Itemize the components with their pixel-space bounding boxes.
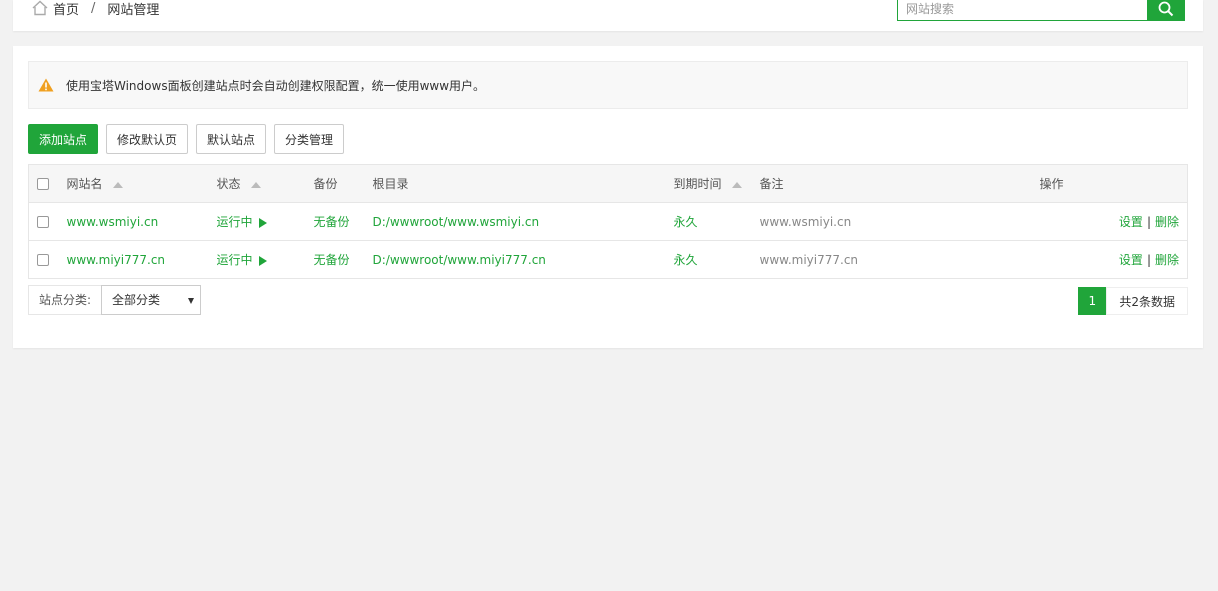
settings-link[interactable]: 设置	[1119, 253, 1143, 267]
column-header-name[interactable]: 网站名	[66, 164, 217, 203]
current-page-button[interactable]: 1	[1078, 287, 1107, 315]
row-actions: 设置 | 删除	[1039, 240, 1188, 279]
table-header-row: 网站名 状态 备份 根目录 到期时间 备注 操作	[28, 164, 1188, 203]
select-all-checkbox[interactable]	[37, 178, 49, 190]
category-select[interactable]: 全部分类	[101, 285, 202, 315]
column-header-backup: 备份	[313, 164, 373, 203]
pagination: 1 共2条数据	[1078, 287, 1188, 315]
top-bar: 首页 / 网站管理	[13, 0, 1203, 31]
play-icon[interactable]	[258, 255, 267, 266]
action-divider: |	[1146, 253, 1151, 267]
category-label: 站点分类:	[28, 285, 103, 315]
home-icon[interactable]	[31, 0, 49, 17]
row-actions: 设置 | 删除	[1039, 202, 1188, 241]
play-icon[interactable]	[258, 217, 267, 228]
category-selected-value: 全部分类	[112, 293, 161, 307]
total-count: 共2条数据	[1106, 287, 1188, 315]
add-site-button[interactable]: 添加站点	[28, 124, 99, 154]
site-remark[interactable]: www.miyi777.cn	[759, 240, 1040, 279]
site-root-link[interactable]: D:/wwwroot/www.miyi777.cn	[372, 240, 674, 279]
row-checkbox[interactable]	[37, 254, 49, 266]
chevron-down-icon	[188, 298, 195, 304]
category-manage-button[interactable]: 分类管理	[274, 124, 345, 154]
search-input[interactable]	[897, 0, 1147, 21]
column-header-root: 根目录	[372, 164, 674, 203]
site-expire-link[interactable]: 永久	[673, 202, 760, 241]
site-root-link[interactable]: D:/wwwroot/www.wsmiyi.cn	[372, 202, 674, 241]
edit-default-page-button[interactable]: 修改默认页	[106, 124, 189, 154]
settings-link[interactable]: 设置	[1119, 215, 1143, 229]
delete-link[interactable]: 删除	[1155, 215, 1179, 229]
site-status[interactable]: 运行中	[216, 240, 314, 279]
column-header-status[interactable]: 状态	[216, 164, 314, 203]
sort-arrow-icon[interactable]	[112, 181, 123, 188]
site-name-link[interactable]: www.wsmiyi.cn	[66, 202, 217, 241]
site-status[interactable]: 运行中	[216, 202, 314, 241]
warning-icon	[38, 78, 54, 92]
sort-arrow-icon[interactable]	[250, 181, 261, 188]
sites-table: 网站名 状态 备份 根目录 到期时间 备注 操作 www.wsmiyi.cn 运…	[28, 164, 1188, 279]
breadcrumb: 首页 / 网站管理	[31, 0, 159, 18]
table-row: www.miyi777.cn 运行中 无备份 D:/wwwroot/www.mi…	[28, 240, 1188, 279]
site-backup-link[interactable]: 无备份	[313, 240, 373, 279]
site-remark[interactable]: www.wsmiyi.cn	[759, 202, 1040, 241]
site-search	[897, 0, 1185, 21]
toolbar: 添加站点 修改默认页 默认站点 分类管理	[28, 124, 345, 154]
site-backup-link[interactable]: 无备份	[313, 202, 373, 241]
column-header-expire[interactable]: 到期时间	[673, 164, 760, 203]
delete-link[interactable]: 删除	[1155, 253, 1179, 267]
site-expire-link[interactable]: 永久	[673, 240, 760, 279]
breadcrumb-current: 网站管理	[107, 2, 160, 18]
site-management-panel: 使用宝塔Windows面板创建站点时会自动创建权限配置，统一使用www用户。 添…	[13, 46, 1203, 348]
row-checkbox[interactable]	[37, 216, 49, 228]
breadcrumb-home-link[interactable]: 首页	[53, 0, 79, 18]
sort-arrow-icon[interactable]	[731, 181, 742, 188]
notice-banner: 使用宝塔Windows面板创建站点时会自动创建权限配置，统一使用www用户。	[28, 61, 1188, 109]
category-filter: 站点分类: 全部分类	[28, 285, 202, 315]
column-header-remark: 备注	[759, 164, 1040, 203]
notice-text: 使用宝塔Windows面板创建站点时会自动创建权限配置，统一使用www用户。	[66, 78, 486, 93]
action-divider: |	[1146, 215, 1151, 229]
breadcrumb-separator: /	[91, 0, 96, 16]
default-site-button[interactable]: 默认站点	[196, 124, 267, 154]
search-button[interactable]	[1147, 0, 1185, 21]
site-name-link[interactable]: www.miyi777.cn	[66, 240, 217, 279]
column-header-actions: 操作	[1039, 164, 1188, 203]
search-icon	[1158, 1, 1174, 17]
table-row: www.wsmiyi.cn 运行中 无备份 D:/wwwroot/www.wsm…	[28, 202, 1188, 241]
